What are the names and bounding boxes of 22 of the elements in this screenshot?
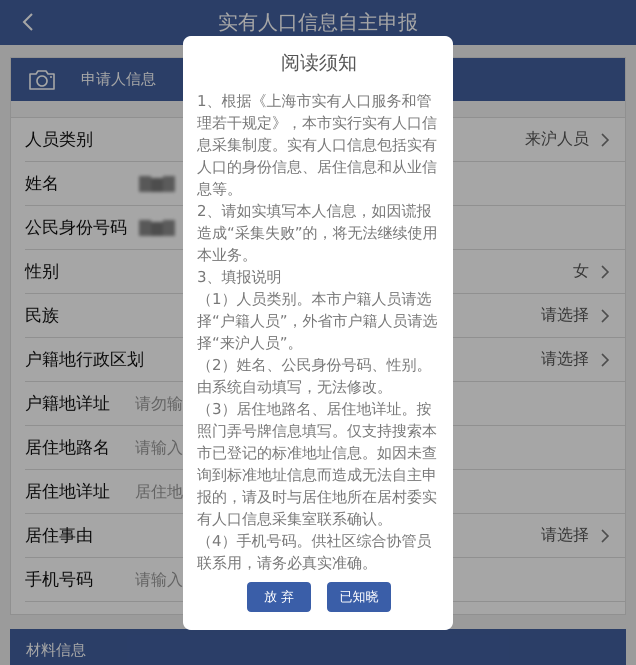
field-label: 居住地路名 — [25, 437, 111, 459]
field-label: 户籍地详址 — [25, 393, 111, 415]
notice-paragraph: （1）人员类别。本市户籍人员请选择“户籍人员”，外省市户籍人员请选择“来沪人员”。 — [197, 289, 439, 354]
notice-paragraph: 2、请如实填写本人信息，如因谎报造成“采集失败”的，将无法继续使用本业务。 — [197, 201, 439, 266]
notice-paragraph: 3、填报说明 — [197, 267, 283, 288]
field-label: 居住事由 — [25, 525, 94, 547]
field-label: 居住地详址 — [25, 481, 111, 503]
notice-paragraph: （4）手机号码。供社区综合协管员联系用，请务必真实准确。 — [197, 531, 433, 574]
field-label: 手机号码 — [25, 569, 94, 591]
field-label: 人员类别 — [25, 129, 94, 151]
field-label: 公民身份号码 — [25, 217, 128, 239]
notice-paragraph: 1、根据《上海市实有人口服务和管理若干规定》，本市实行实有人口信息采集制度。实有人口信息包括实有人口的身份信息、居住信息和从业信息等。 — [197, 91, 438, 200]
field-label: 民族 — [25, 305, 60, 327]
notice-paragraph: （3）居住地路名、居住地详址。按照门弄号牌信息填写。仅支持搜索本市已登记的标准地址信息。如因未查询到标准地址信息而造成无法自主申报的，请及时与居住地所在居村委实有人口信息采集室联系确认。 — [197, 399, 438, 530]
section-title: 申请人信息 — [81, 70, 156, 89]
notice-paragraph: （2）姓名、公民身份号码、性别。由系统自动填写，无法修改。 — [197, 355, 433, 398]
page-title: 实有人口信息自主申报 — [218, 9, 418, 36]
dialog-title: 阅读须知 — [280, 51, 358, 76]
field-label: 性别 — [25, 261, 60, 283]
field-label: 户籍地行政区划 — [25, 349, 144, 371]
section-title: 材料信息 — [26, 640, 86, 660]
field-label: 姓名 — [25, 173, 60, 195]
